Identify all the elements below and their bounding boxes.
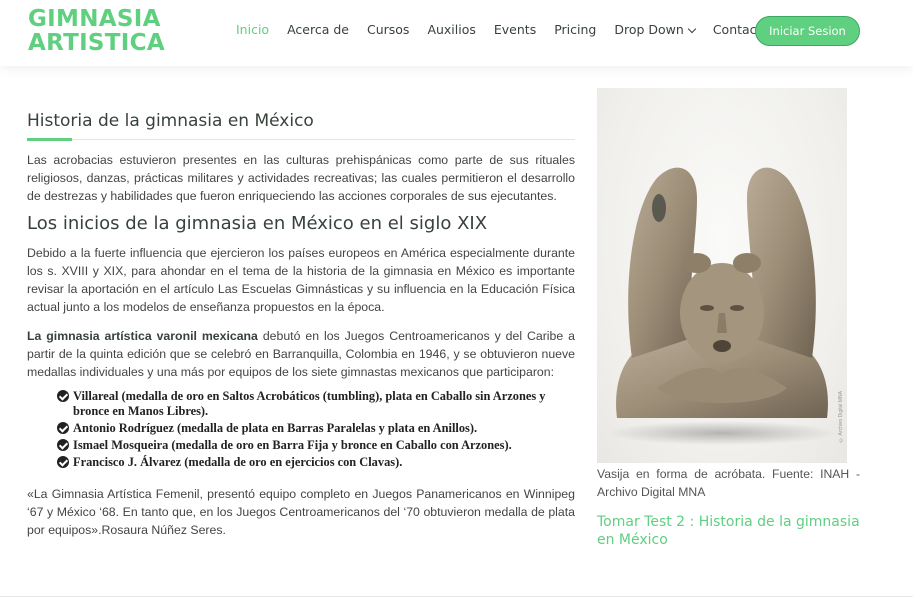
acrobat-vessel-image: © Archivo Digital MNA [597,88,847,463]
nav-acerca-de[interactable]: Acerca de [287,22,349,37]
check-circle-icon [57,439,69,451]
site-header: GIMNASIA ARTISTICA Inicio Acerca de Curs… [0,0,913,66]
varonil-paragraph: La gimnasia artística varonil mexicana d… [27,327,575,381]
list-item: Ismael Mosqueira (medalla de oro en Barr… [57,438,575,453]
influence-paragraph: Debido a la fuerte influencia que ejerci… [27,246,575,314]
sidebar: © Archivo Digital MNA Vasija en forma de… [597,88,862,549]
intro-paragraph: Las acrobacias estuvieron presentes en l… [27,153,575,203]
footer-divider [0,596,913,597]
list-item: Antonio Rodríguez (medalla de plata en B… [57,421,575,436]
nav-dropdown-label: Drop Down [614,22,684,37]
image-caption: Vasija en forma de acróbata. Fuente: INA… [597,467,860,499]
section-heading: Los inicios de la gimnasia en México en … [27,213,488,234]
medal-text: Villareal (medalla de oro en Saltos Acro… [73,389,546,418]
varonil-bold-lead: La gimnasia artística varonil mexicana [27,329,258,343]
acrobat-vessel-illustration [607,167,837,445]
page-title: Historia de la gimnasia en México [27,111,314,131]
related-test-link[interactable]: Tomar Test 2 : Historia de la gimnasia e… [597,513,862,549]
nav-pricing[interactable]: Pricing [554,22,596,37]
medal-text: Ismael Mosqueira (medalla de oro en Barr… [73,438,512,452]
site-logo[interactable]: GIMNASIA ARTISTICA [28,7,165,55]
article: Historia de la gimnasia en México Las ac… [27,108,575,539]
nav-auxilios[interactable]: Auxilios [427,22,475,37]
list-item: Francisco J. Álvarez (medalla de oro en … [57,455,575,470]
title-divider [27,138,575,141]
nav-events[interactable]: Events [494,22,536,37]
logo-line-2: ARTISTICA [28,30,165,56]
main-nav: Inicio Acerca de Cursos Auxilios Events … [236,22,787,37]
medal-text: Francisco J. Álvarez (medalla de oro en … [73,455,403,469]
medal-text: Antonio Rodríguez (medalla de plata en B… [73,421,478,435]
nav-inicio[interactable]: Inicio [236,22,269,37]
check-circle-icon [57,422,69,434]
medal-list: Villareal (medalla de oro en Saltos Acro… [57,389,575,470]
nav-dropdown[interactable]: Drop Down [614,22,697,37]
image-watermark: © Archivo Digital MNA [838,391,844,443]
login-button[interactable]: Iniciar Sesion [755,16,860,46]
check-circle-icon [57,456,69,468]
nav-cursos[interactable]: Cursos [367,22,409,37]
check-circle-icon [57,390,69,402]
chevron-down-icon [687,24,697,34]
femenil-quote: «La Gimnasia Artística Femenil, presentó… [27,487,575,537]
logo-line-1: GIMNASIA [28,6,161,32]
list-item: Villareal (medalla de oro en Saltos Acro… [57,389,575,419]
